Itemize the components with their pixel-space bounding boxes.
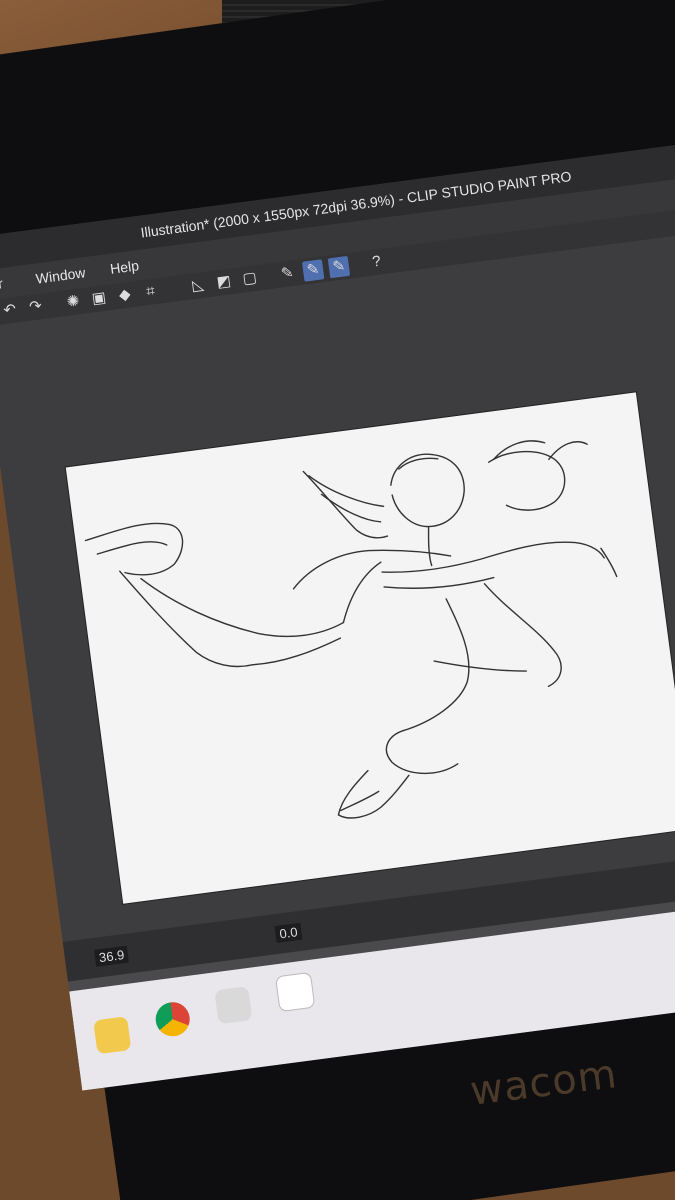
pencil-icon[interactable]: ✎ bbox=[327, 255, 351, 279]
sketch-drawing bbox=[84, 440, 618, 819]
help-icon[interactable]: ? bbox=[365, 251, 387, 273]
brush-icon[interactable]: ✎ bbox=[301, 259, 325, 282]
gradient-icon[interactable]: ◩ bbox=[213, 271, 235, 293]
pen-icon[interactable]: ✎ bbox=[276, 263, 298, 285]
frame-icon[interactable]: ▢ bbox=[239, 268, 261, 290]
canvas-workspace bbox=[0, 228, 675, 942]
photo-scene: Illustration* (2000 x 1550px 72dpi 36.9%… bbox=[0, 0, 675, 1200]
zoom-value[interactable]: 36.9 bbox=[93, 945, 130, 967]
select-icon[interactable]: ▣ bbox=[88, 287, 110, 309]
clip-studio-paint-icon[interactable] bbox=[275, 971, 316, 1013]
menu-filter[interactable]: ilter bbox=[0, 275, 4, 294]
undo-icon[interactable]: ↶ bbox=[0, 299, 21, 321]
tablet-screen: Illustration* (2000 x 1550px 72dpi 36.9%… bbox=[0, 138, 675, 1091]
drawing-canvas[interactable] bbox=[65, 392, 675, 904]
ruler-icon[interactable]: ◺ bbox=[187, 274, 209, 296]
lasso-icon[interactable]: ✺ bbox=[62, 291, 84, 313]
chrome-icon[interactable] bbox=[153, 1000, 192, 1039]
fill-icon[interactable]: ◆ bbox=[114, 284, 136, 306]
clip-studio-icon[interactable] bbox=[214, 986, 253, 1025]
rotation-value[interactable]: 0.0 bbox=[274, 922, 303, 944]
menu-window[interactable]: Window bbox=[35, 264, 86, 286]
menu-help[interactable]: Help bbox=[109, 257, 140, 277]
transform-icon[interactable]: ⌗ bbox=[139, 281, 161, 303]
redo-icon[interactable]: ↷ bbox=[24, 296, 46, 318]
store-icon[interactable] bbox=[93, 1016, 132, 1055]
